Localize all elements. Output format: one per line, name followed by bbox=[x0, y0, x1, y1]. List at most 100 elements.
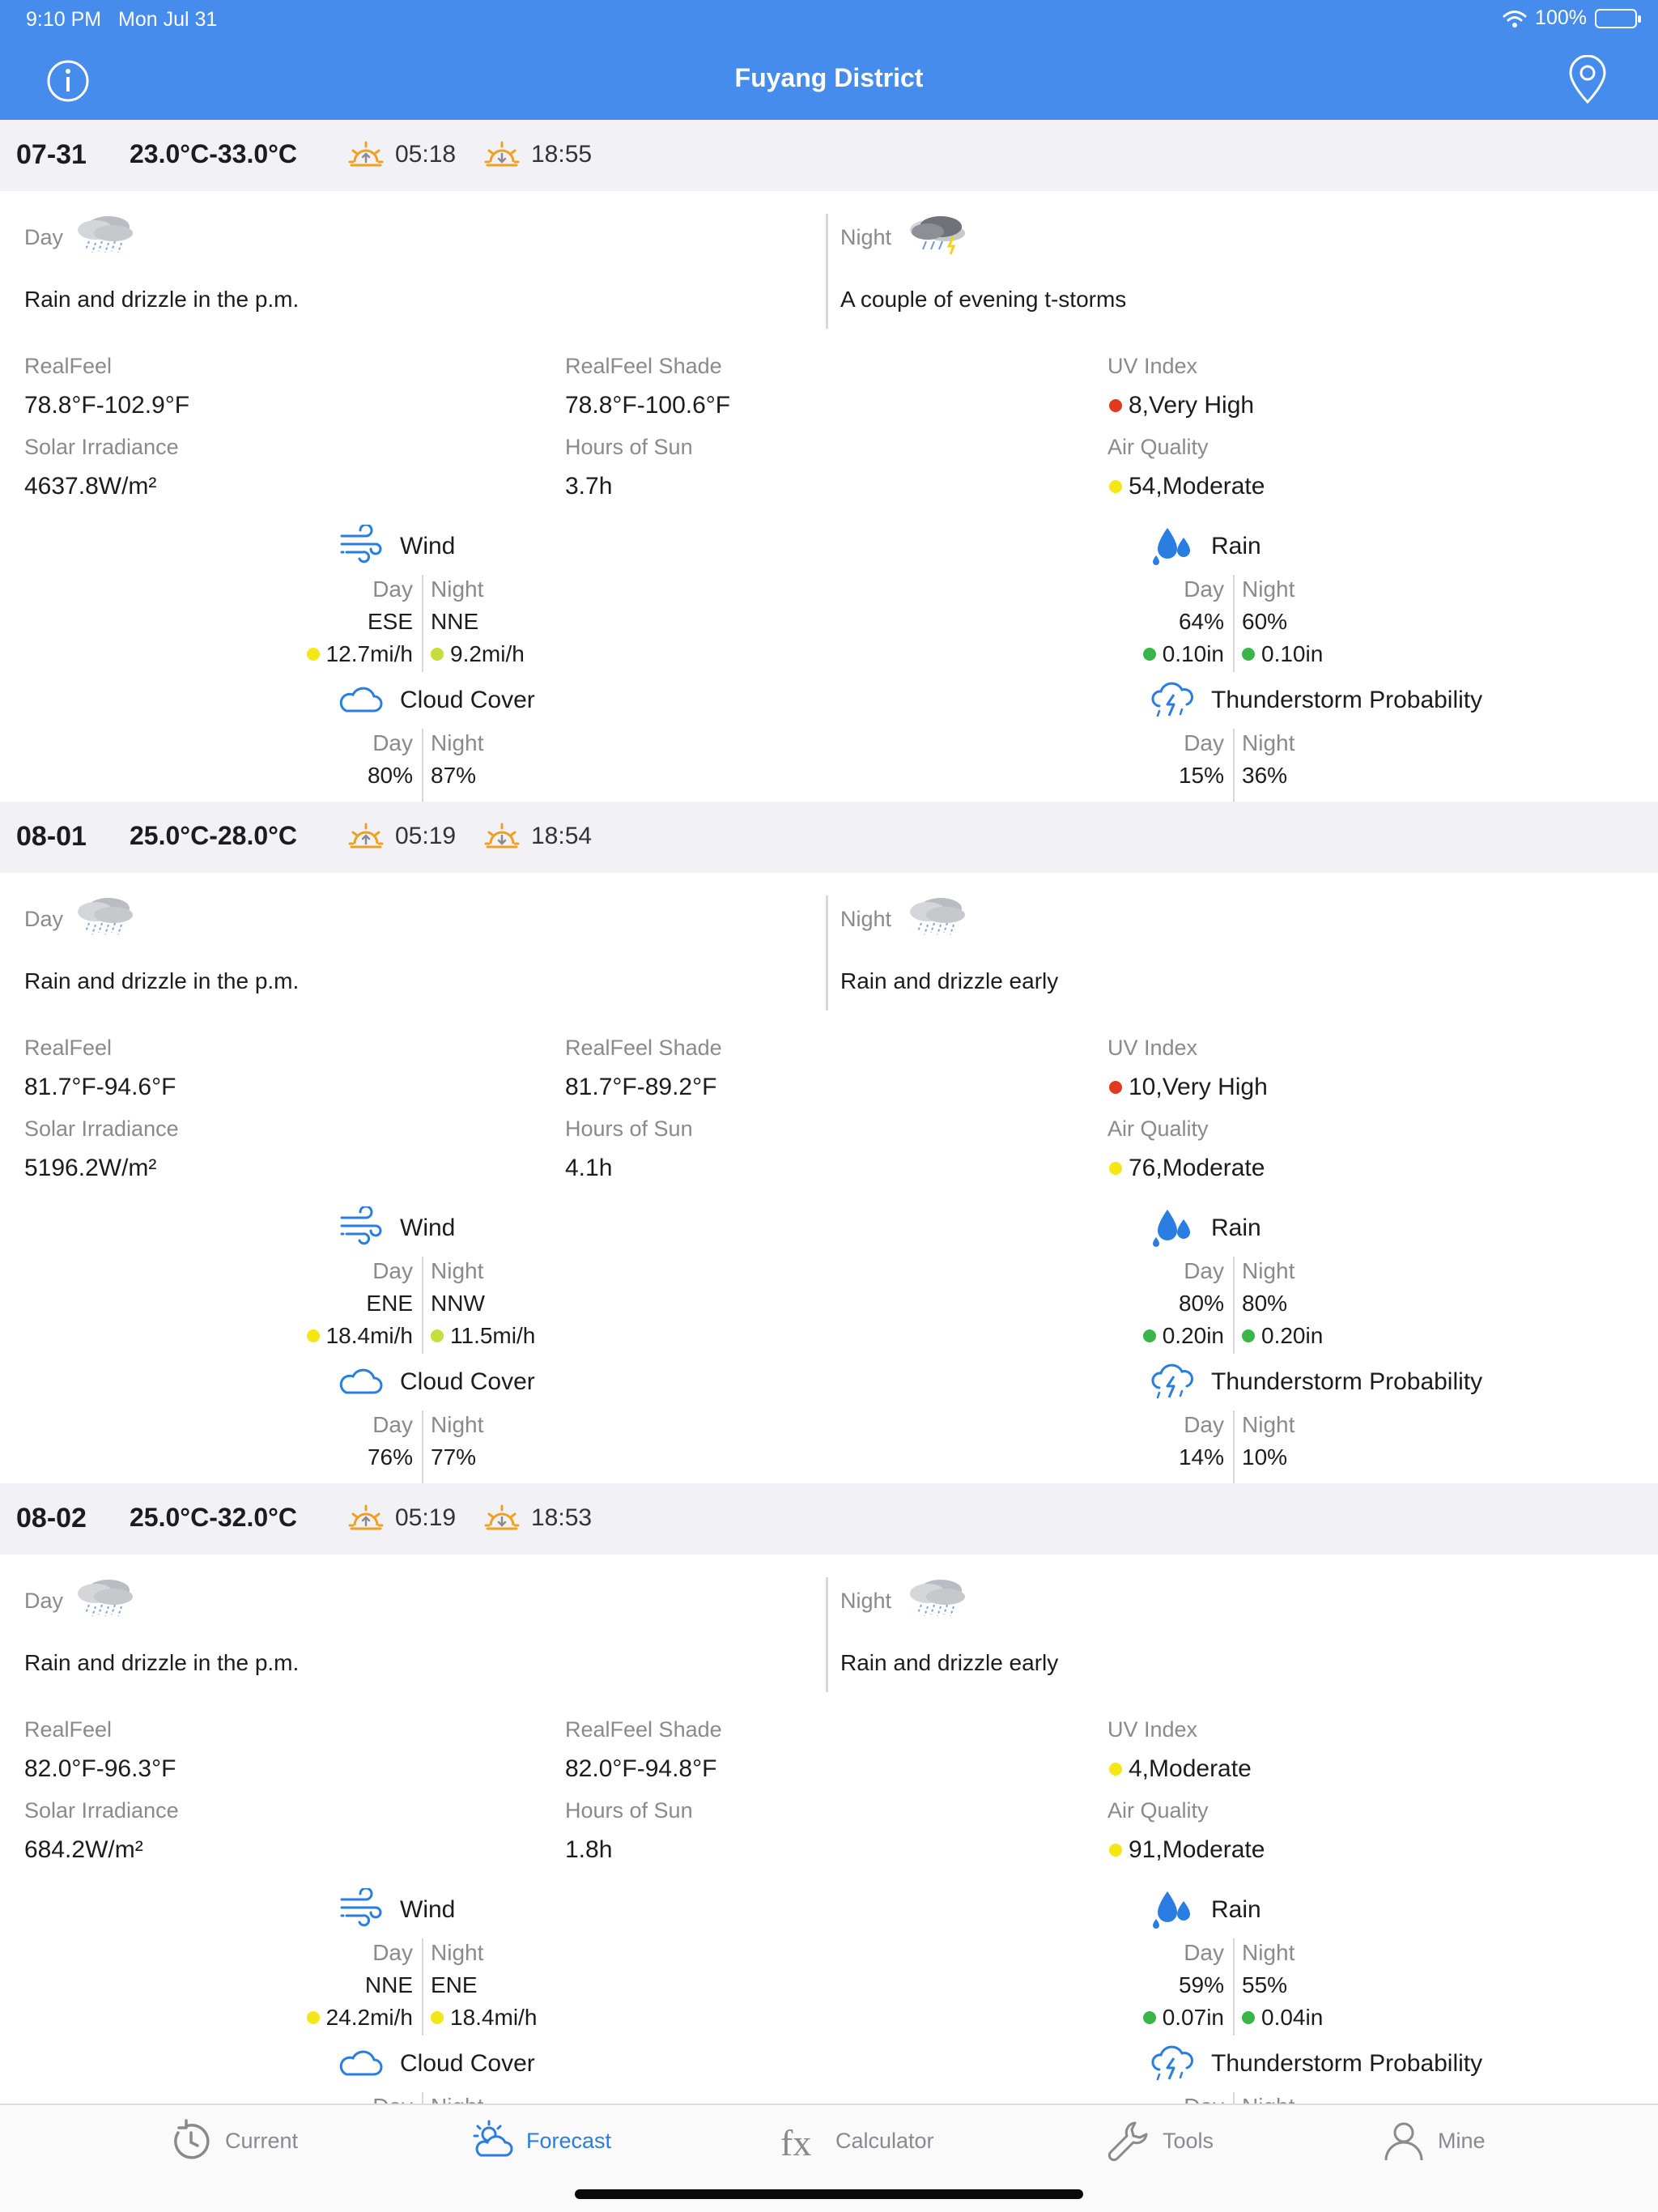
rain-night-col: Night 80% 0.20in bbox=[1242, 1258, 1324, 1348]
cloud-night-col: Night bbox=[431, 2091, 625, 2104]
rain-cloud-icon bbox=[71, 1574, 139, 1623]
wifi-icon bbox=[1503, 10, 1527, 28]
hours-of-sun-label: Hours of Sun bbox=[565, 1798, 693, 1823]
hours-of-sun-label: Hours of Sun bbox=[565, 1117, 693, 1141]
uv-level-dot bbox=[1109, 1081, 1122, 1094]
rain-drops-icon bbox=[1150, 1888, 1195, 1929]
cloud-night-col: Night 87% bbox=[431, 730, 484, 788]
day-date: 08-02 bbox=[16, 1503, 87, 1534]
rain-drops-icon bbox=[1150, 525, 1195, 565]
clock-refresh-icon bbox=[174, 2119, 210, 2159]
sunrise-icon bbox=[348, 819, 384, 855]
wind-icon bbox=[338, 1205, 384, 1247]
realfeel-value: 78.8°F-102.9°F bbox=[24, 392, 190, 419]
realfeel-value: 82.0°F-96.3°F bbox=[24, 1755, 176, 1782]
uv-level-dot bbox=[1109, 399, 1122, 412]
column-divider bbox=[1233, 2092, 1235, 2104]
sunrise-icon bbox=[348, 1501, 384, 1537]
uv-index-value: 10,Very High bbox=[1109, 1074, 1268, 1101]
sunrise-time: 05:18 bbox=[395, 141, 457, 168]
realfeel-label: RealFeel bbox=[24, 354, 113, 378]
thunderstorm-cloud-icon bbox=[903, 211, 971, 259]
wind-night-col: Night NNW 11.5mi/h bbox=[431, 1258, 536, 1348]
svg-text:fx: fx bbox=[780, 2122, 811, 2163]
hours-of-sun-label: Hours of Sun bbox=[565, 435, 693, 459]
realfeel-label: RealFeel bbox=[24, 1717, 113, 1742]
hours-of-sun-value: 4.1h bbox=[565, 1155, 613, 1181]
realfeel-shade-value: 82.0°F-94.8°F bbox=[565, 1755, 717, 1782]
cloud-cover-title: Cloud Cover bbox=[400, 687, 535, 713]
day-date: 07-31 bbox=[16, 139, 87, 170]
cloud-night-col: Night 77% bbox=[431, 1412, 484, 1470]
cloud-cover-title: Cloud Cover bbox=[400, 2050, 535, 2077]
sun-cloud-icon bbox=[473, 2120, 513, 2157]
thunder-day-col: Day 14% bbox=[1178, 1412, 1224, 1470]
rain-night-col: Night 60% 0.10in bbox=[1242, 576, 1324, 666]
divider bbox=[826, 214, 828, 329]
hours-of-sun-value: 3.7h bbox=[565, 473, 613, 500]
tab-current[interactable]: Current bbox=[168, 2118, 298, 2163]
tab-forecast[interactable]: Forecast bbox=[470, 2118, 611, 2163]
cloud-cover-icon bbox=[338, 2042, 384, 2082]
column-divider bbox=[1233, 729, 1235, 802]
sunset-icon bbox=[484, 819, 520, 855]
battery-percent: 100% bbox=[1535, 6, 1587, 29]
uv-index-label: UV Index bbox=[1107, 1036, 1198, 1060]
realfeel-shade-value: 81.7°F-89.2°F bbox=[565, 1074, 717, 1100]
home-indicator bbox=[575, 2189, 1083, 2199]
night-half-label: Night bbox=[840, 225, 892, 249]
tab-calculator[interactable]: fx Calculator bbox=[779, 2118, 934, 2163]
forecast-list[interactable]: 07-31 23.0°C-33.0°C 05:18 18:55 Day Rain… bbox=[0, 120, 1658, 2104]
status-right: 100% bbox=[1503, 6, 1641, 30]
day-header: 08-02 25.0°C-32.0°C 05:19 18:53 bbox=[0, 1483, 1658, 1555]
divider bbox=[826, 895, 828, 1010]
sunset-icon bbox=[484, 138, 520, 173]
tab-mine-label: Mine bbox=[1438, 2128, 1486, 2153]
day-half-label: Day bbox=[24, 1589, 64, 1613]
wind-day-col: Day ENE 18.4mi/h bbox=[243, 1255, 413, 1352]
uv-level-dot bbox=[1109, 1763, 1122, 1776]
rain-day-col: Day 80% 0.20in bbox=[1052, 1255, 1224, 1352]
thunderstorm-icon bbox=[1150, 678, 1195, 719]
forecast-day-card: 08-01 25.0°C-28.0°C 05:19 18:54 Day Rain… bbox=[0, 802, 1658, 1483]
tab-tools[interactable]: Tools bbox=[1106, 2118, 1214, 2163]
night-description: Rain and drizzle early bbox=[840, 1650, 1059, 1675]
tab-mine[interactable]: Mine bbox=[1381, 2118, 1486, 2163]
column-divider bbox=[1233, 1257, 1235, 1354]
column-divider bbox=[1233, 1410, 1235, 1483]
air-quality-value: 54,Moderate bbox=[1109, 473, 1265, 500]
day-temp-range: 25.0°C-28.0°C bbox=[130, 821, 298, 850]
realfeel-shade-label: RealFeel Shade bbox=[565, 1036, 722, 1060]
solar-value: 5196.2W/m² bbox=[24, 1155, 157, 1181]
night-half-label: Night bbox=[840, 1589, 892, 1613]
column-divider bbox=[1233, 1938, 1235, 2035]
location-pin-icon[interactable] bbox=[1564, 55, 1611, 105]
rain-cloud-icon bbox=[903, 1574, 971, 1623]
wrench-icon bbox=[1107, 2121, 1148, 2162]
rain-cloud-icon bbox=[903, 892, 971, 941]
day-temp-range: 25.0°C-32.0°C bbox=[130, 1503, 298, 1532]
column-divider bbox=[422, 575, 423, 672]
day-header: 08-01 25.0°C-28.0°C 05:19 18:54 bbox=[0, 802, 1658, 873]
thunder-night-col: Night 10% bbox=[1242, 1412, 1295, 1470]
sunset-time: 18:53 bbox=[531, 1504, 593, 1531]
thunder-night-col: Night 36% bbox=[1242, 730, 1295, 788]
column-divider bbox=[422, 2092, 423, 2104]
status-time: 9:10 PM bbox=[26, 8, 102, 31]
day-header: 07-31 23.0°C-33.0°C 05:18 18:55 bbox=[0, 120, 1658, 191]
column-divider bbox=[422, 729, 423, 802]
tab-current-label: Current bbox=[225, 2128, 299, 2153]
rain-title: Rain bbox=[1211, 1896, 1261, 1923]
realfeel-shade-value: 78.8°F-100.6°F bbox=[565, 392, 731, 419]
cloud-cover-icon bbox=[338, 1360, 384, 1401]
fx-icon: fx bbox=[780, 2122, 811, 2163]
solar-label: Solar Irradiance bbox=[24, 1798, 179, 1823]
wind-icon bbox=[338, 1887, 384, 1929]
sunrise-time: 05:19 bbox=[395, 823, 457, 849]
day-description: Rain and drizzle in the p.m. bbox=[24, 287, 300, 312]
rain-day-col: Day 64% 0.10in bbox=[1052, 573, 1224, 670]
air-quality-value: 91,Moderate bbox=[1109, 1836, 1265, 1864]
cloud-cover-title: Cloud Cover bbox=[400, 1368, 535, 1395]
wind-day-col: Day NNE 24.2mi/h bbox=[243, 1937, 413, 2034]
column-divider bbox=[1233, 575, 1235, 672]
